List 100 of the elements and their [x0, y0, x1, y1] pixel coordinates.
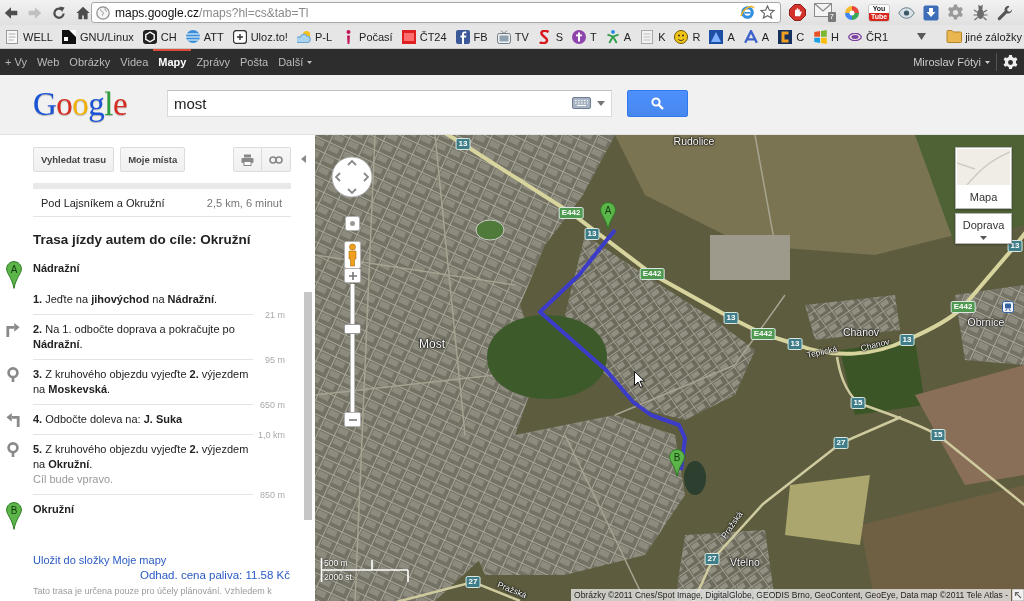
print-button[interactable]	[233, 147, 262, 172]
bookmark-link[interactable]: Počasí	[340, 26, 393, 47]
route-name: Pod Lajsníkem a Okružní	[41, 196, 165, 209]
zoom-slider-thumb[interactable]	[344, 324, 361, 335]
bookmark-link[interactable]: H	[812, 26, 840, 47]
reload-icon[interactable]	[52, 5, 66, 20]
bookmark-link[interactable]: ČT24	[400, 26, 447, 47]
tile-icon	[455, 29, 470, 44]
pond	[684, 461, 706, 495]
map-type-button[interactable]: Doprava	[955, 213, 1012, 244]
plus-tile-icon	[232, 29, 247, 44]
address-bar[interactable]: maps.google.cz/maps?hl=cs&tab=Tl	[91, 2, 781, 23]
route-option[interactable]: Pod Lajsníkem a Okružní 2,5 km, 6 minut	[33, 183, 291, 217]
bookmark-link[interactable]: A	[742, 26, 770, 47]
road-shield: E442	[950, 301, 976, 313]
plus-icon	[348, 271, 357, 280]
center-button[interactable]	[345, 216, 360, 231]
route-summary: 2,5 km, 6 minut	[206, 196, 282, 209]
corner-arrow-icon[interactable]	[1012, 589, 1024, 601]
bookmark-link[interactable]: K	[639, 26, 666, 47]
map-preview-icon	[957, 149, 1010, 185]
google-logo[interactable]: Google	[33, 85, 128, 122]
map-type-button[interactable]: Mapa	[955, 147, 1012, 209]
printer-icon	[241, 153, 254, 166]
back-icon[interactable]	[4, 5, 18, 20]
bookmark-link[interactable]: ČR1	[847, 26, 889, 47]
bookmark-link[interactable]: C	[777, 26, 805, 47]
street-label: Chanov	[859, 337, 891, 353]
waypoint-name: Okružní	[33, 502, 74, 517]
bookmark-link[interactable]: CH	[141, 26, 177, 47]
bookmark-link[interactable]: P-L	[295, 26, 333, 47]
smiley-icon	[674, 29, 689, 44]
keyboard-icon[interactable]	[572, 97, 591, 109]
panel-button[interactable]: Vyhledat trasu	[33, 147, 115, 172]
roundabout-icon	[6, 442, 20, 457]
chevron-icon[interactable]	[917, 33, 927, 40]
settings-icon[interactable]	[1003, 54, 1018, 70]
e-globe-icon[interactable]	[740, 5, 755, 20]
place-label: Chanov	[842, 326, 880, 338]
bookmark-folder[interactable]: jiné záložky	[946, 26, 1022, 47]
disclaimer-text: Tato trasa je určena pouze pro účely plánování. Vzhledem k	[33, 586, 272, 597]
bookmark-link[interactable]: A	[604, 26, 632, 47]
bookmark-link[interactable]: R	[673, 26, 701, 47]
pinwheel-icon[interactable]	[844, 4, 860, 21]
wrench-icon[interactable]	[997, 4, 1013, 21]
end-marker: B	[6, 502, 22, 530]
mail-icon[interactable]	[814, 3, 832, 17]
stop-sign-icon[interactable]	[789, 4, 806, 21]
minus-icon	[348, 418, 357, 421]
start-marker: A	[6, 261, 22, 289]
bookmark-link[interactable]: A	[708, 26, 735, 47]
bug-icon[interactable]	[972, 4, 989, 21]
nav-link[interactable]: Pošta	[235, 49, 274, 75]
step-note: Cíl bude vpravo.	[33, 472, 114, 487]
caret-icon	[985, 60, 990, 64]
bookmark-link[interactable]: FB	[454, 26, 488, 47]
bookmark-link[interactable]: T	[571, 26, 597, 47]
star-icon[interactable]	[760, 5, 775, 20]
person-figure-icon[interactable]	[344, 241, 361, 269]
nav-link[interactable]: Web	[31, 49, 65, 75]
zoom-in-button[interactable]	[344, 268, 361, 283]
nav-link[interactable]: Zprávy	[191, 49, 235, 75]
account-menu[interactable]: Miroslav Fótyi	[913, 56, 996, 68]
step-distance: 1,0 km	[257, 429, 285, 440]
panel-button[interactable]: Moje místa	[120, 147, 186, 172]
download-icon[interactable]	[923, 4, 939, 21]
nav-link[interactable]: Videa	[115, 49, 154, 75]
collapse-arrow-icon[interactable]	[301, 155, 306, 163]
caret-icon[interactable]	[597, 100, 605, 106]
nav-link[interactable]: Obrázky	[64, 49, 116, 75]
directions-title: Trasa jízdy autem do cíle: Okružní	[33, 231, 252, 249]
home-icon[interactable]	[76, 5, 90, 20]
gear-icon[interactable]	[947, 4, 964, 21]
caret-icon	[980, 236, 987, 240]
pan-control[interactable]	[331, 156, 373, 198]
tile-icon	[709, 29, 724, 44]
bookmark-link[interactable]: S	[536, 26, 564, 47]
link-button[interactable]	[262, 147, 291, 172]
fuel-cost-link[interactable]: Odhad. cena paliva: 11.58 Kč	[139, 568, 290, 583]
bookmark-link[interactable]: TV	[495, 26, 529, 47]
bookmark-link[interactable]: ATT	[184, 26, 224, 47]
save-link[interactable]: Uložit do složky Moje mapy	[33, 553, 167, 568]
road-shield: 13	[455, 138, 471, 150]
nav-link[interactable]: + Vy	[0, 49, 32, 75]
bookmark-link[interactable]: GNU/Linux	[60, 26, 134, 47]
page-icon	[6, 29, 18, 44]
scale-label: 500 m	[324, 558, 348, 568]
info-icon	[345, 29, 351, 44]
search-field[interactable]: most	[167, 90, 612, 117]
road-shield: 13	[787, 338, 803, 350]
zoom-slider[interactable]	[344, 284, 361, 412]
search-button[interactable]	[627, 90, 688, 117]
zoom-out-button[interactable]	[344, 412, 361, 427]
road-shield: 27	[465, 576, 481, 588]
squiggle-icon	[539, 29, 551, 44]
nav-link[interactable]: Další	[273, 49, 318, 75]
bookmark-link[interactable]: Uloz.to!	[231, 26, 288, 47]
bookmark-link[interactable]: WELL	[4, 26, 53, 47]
eye-icon[interactable]	[898, 6, 915, 19]
scrollbar-thumb[interactable]	[304, 292, 312, 520]
